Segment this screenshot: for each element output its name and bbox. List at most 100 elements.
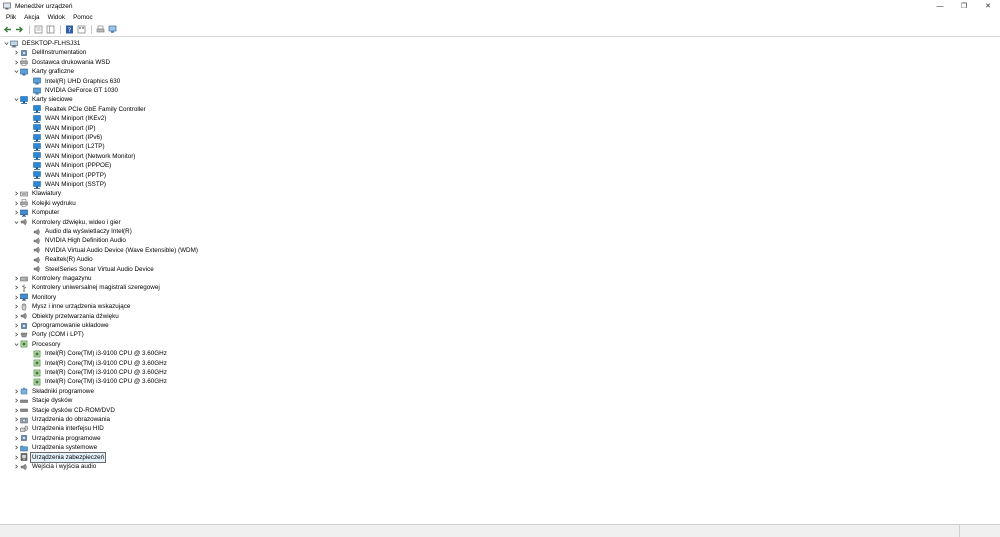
tree-row-label: Intel(R) Core(TM) i3-9100 CPU @ 3.60GHz — [45, 350, 167, 358]
svg-text:?: ? — [67, 26, 70, 34]
tree-row[interactable]: Dostawca drukowania WSD — [13, 58, 111, 67]
menu-view[interactable]: Widok — [44, 14, 70, 21]
maximize-button[interactable]: ❐ — [952, 0, 976, 12]
tree-row[interactable]: WAN Miniport (PPPOE) — [33, 161, 112, 170]
tree-row[interactable]: WAN Miniport (Network Monitor) — [33, 152, 136, 161]
chevron-right-icon[interactable] — [13, 302, 20, 311]
tree-row[interactable]: Karty graficzne — [13, 67, 75, 76]
tree-row[interactable]: WAN Miniport (IKEv2) — [33, 114, 107, 123]
tree-row[interactable]: Klawiatury — [13, 189, 62, 198]
chevron-right-icon[interactable] — [13, 199, 20, 208]
forward-icon[interactable] — [14, 25, 24, 35]
chevron-right-icon[interactable] — [13, 387, 20, 396]
minimize-button[interactable]: — — [928, 0, 952, 12]
tree-row[interactable]: Wejścia i wyjścia audio — [13, 462, 97, 471]
details-icon[interactable] — [76, 25, 86, 35]
chevron-right-icon[interactable] — [13, 48, 20, 57]
menu-help[interactable]: Pomoc — [69, 14, 97, 21]
help-icon[interactable]: ? — [64, 25, 74, 35]
tree-row[interactable]: Stacje dysków CD-ROM/DVD — [13, 406, 116, 415]
tree-row[interactable]: Obiekty przetwarzania dźwięku — [13, 312, 120, 321]
tree-row[interactable]: Komputer — [13, 208, 60, 217]
chevron-right-icon[interactable] — [13, 283, 20, 292]
tree-row[interactable]: Składniki programowe — [13, 387, 95, 396]
tree-row[interactable]: Kolejki wydruku — [13, 199, 77, 208]
monitor-icon[interactable] — [107, 25, 117, 35]
cpu-icon — [33, 359, 41, 367]
tree-row[interactable]: WAN Miniport (L2TP) — [33, 142, 106, 151]
tree-row[interactable]: Porty (COM i LPT) — [13, 330, 85, 339]
tree-row[interactable]: Urządzenia interfejsu HID — [13, 424, 105, 433]
tree-row[interactable]: Realtek(R) Audio — [33, 255, 94, 264]
chevron-right-icon[interactable] — [13, 293, 20, 302]
chevron-right-icon[interactable] — [13, 406, 20, 415]
chevron-right-icon[interactable] — [13, 58, 20, 67]
tree-row[interactable]: Audio dla wyświetlaczy Intel(R) — [33, 227, 133, 236]
tree-row-label: Stacje dysków — [32, 397, 73, 405]
chevron-down-icon[interactable] — [13, 95, 20, 104]
tree-row[interactable]: Urządzenia do obrazowania — [13, 415, 111, 424]
tree-row[interactable]: Urządzenia systemowe — [13, 443, 98, 452]
chevron-down-icon[interactable] — [3, 39, 10, 48]
tree-row-label: Oprogramowanie układowe — [32, 322, 109, 329]
tree-row[interactable]: Kontrolery uniwersalnej magistrali szere… — [13, 283, 161, 292]
chevron-right-icon[interactable] — [13, 424, 20, 433]
chevron-right-icon[interactable] — [13, 396, 20, 405]
tree-row[interactable]: WAN Miniport (PPTP) — [33, 171, 107, 180]
tree-row[interactable]: Oprogramowanie układowe — [13, 321, 110, 330]
chevron-right-icon[interactable] — [13, 415, 20, 424]
tree-row[interactable]: Stacje dysków — [13, 396, 73, 405]
tree-row[interactable]: Intel(R) Core(TM) i3-9100 CPU @ 3.60GHz — [33, 359, 168, 368]
tree-row[interactable]: Intel(R) Core(TM) i3-9100 CPU @ 3.60GHz — [33, 377, 168, 386]
back-icon[interactable] — [2, 25, 12, 35]
tree-row[interactable]: WAN Miniport (IP) — [33, 124, 97, 133]
tree-row[interactable]: SteelSeries Sonar Virtual Audio Device — [33, 265, 155, 274]
chevron-down-icon[interactable] — [13, 218, 20, 227]
tree-row-label: DESKTOP-FLHSJ31 — [22, 40, 81, 47]
chevron-right-icon[interactable] — [13, 274, 20, 283]
tree-row[interactable]: WAN Miniport (SSTP) — [33, 180, 107, 189]
tree-row[interactable]: Intel(R) UHD Graphics 630 — [33, 77, 121, 86]
tree-row[interactable]: Urządzenia zabezpieczeń — [13, 451, 107, 463]
tree-row[interactable]: DESKTOP-FLHSJ31 — [3, 39, 81, 48]
tree-row-label: Składniki programowe — [32, 387, 94, 395]
tree-row[interactable]: NVIDIA Virtual Audio Device (Wave Extens… — [33, 246, 199, 255]
console-tree-icon[interactable] — [45, 25, 55, 35]
print-icon[interactable] — [95, 25, 105, 35]
tree-row[interactable]: WAN Miniport (IPv6) — [33, 133, 103, 142]
port-icon — [20, 331, 28, 339]
chevron-right-icon[interactable] — [13, 462, 20, 471]
chevron-right-icon[interactable] — [13, 312, 20, 321]
tree-row[interactable]: Kontrolery magazynu — [13, 274, 93, 283]
properties-view-icon[interactable] — [33, 25, 43, 35]
network-icon — [20, 96, 28, 104]
tree-row[interactable]: NVIDIA High Definition Audio — [33, 236, 127, 245]
tree-row[interactable]: Mysz i inne urządzenia wskazujące — [13, 302, 131, 311]
tree-row[interactable]: NVIDIA GeForce GT 1030 — [33, 86, 119, 95]
chevron-right-icon[interactable] — [13, 321, 20, 330]
tree-row[interactable]: Monitory — [13, 293, 57, 302]
tree-row[interactable]: Urządzenia programowe — [13, 434, 102, 443]
tree-row[interactable]: DellInstrumentation — [13, 48, 87, 57]
menu-action[interactable]: Akcja — [20, 14, 43, 21]
tree-row-label: Realtek(R) Audio — [45, 256, 93, 264]
tree-row[interactable]: Intel(R) Core(TM) i3-9100 CPU @ 3.60GHz — [33, 349, 168, 358]
chevron-down-icon[interactable] — [13, 340, 20, 349]
chevron-right-icon[interactable] — [13, 443, 20, 452]
chevron-right-icon[interactable] — [13, 330, 20, 339]
speaker-icon — [20, 312, 28, 320]
chevron-right-icon[interactable] — [13, 189, 20, 198]
tree-row[interactable]: Realtek PCIe GbE Family Controller — [33, 105, 147, 114]
close-button[interactable]: ✕ — [976, 0, 1000, 12]
tree-row-label: Urządzenia interfejsu HID — [32, 425, 104, 433]
chevron-right-icon[interactable] — [13, 453, 20, 462]
tree-row[interactable]: Intel(R) Core(TM) i3-9100 CPU @ 3.60GHz — [33, 368, 168, 377]
chevron-down-icon[interactable] — [13, 67, 20, 76]
tree-row[interactable]: Karty sieciowe — [13, 95, 74, 104]
chevron-right-icon[interactable] — [13, 434, 20, 443]
menu-file[interactable]: Plik — [2, 14, 20, 21]
tree-row[interactable]: Kontrolery dźwięku, wideo i gier — [13, 218, 122, 227]
toolbar-separator — [29, 25, 30, 34]
tree-row[interactable]: Procesory — [13, 340, 61, 349]
chevron-right-icon[interactable] — [13, 208, 20, 217]
